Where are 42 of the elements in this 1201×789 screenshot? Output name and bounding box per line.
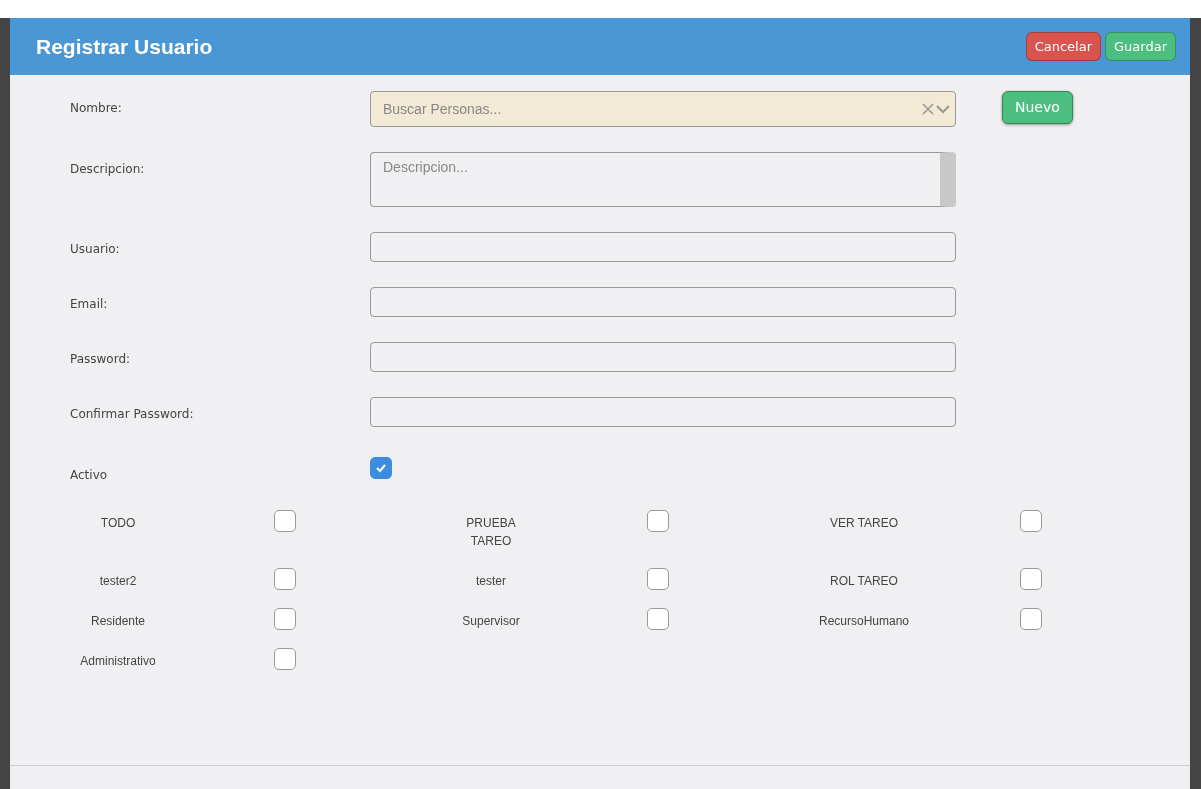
- checkbox[interactable]: [274, 608, 296, 630]
- checkbox[interactable]: [647, 510, 669, 532]
- role-label: PRUEBA TAREO: [465, 515, 517, 550]
- role-label: RecursoHumano: [818, 613, 909, 630]
- modal-title: Registrar Usuario: [36, 33, 213, 60]
- checkbox[interactable]: [274, 648, 296, 670]
- search-select[interactable]: Buscar Personas...: [370, 91, 956, 127]
- placeholder-text: Buscar Personas...: [383, 99, 502, 119]
- clear-icon[interactable]: [921, 102, 935, 116]
- save-button[interactable]: Guardar: [1105, 31, 1176, 62]
- input-field[interactable]: [370, 287, 956, 317]
- role-label: Residente: [90, 613, 145, 630]
- checkbox[interactable]: [647, 608, 669, 630]
- field-label: Usuario:: [70, 241, 121, 258]
- field-label: Descripcion:: [70, 161, 146, 178]
- check-icon: [375, 463, 387, 473]
- role-label: tester2: [99, 573, 137, 590]
- input-field[interactable]: [370, 342, 956, 372]
- field-label: Password:: [70, 351, 132, 368]
- cancel-button[interactable]: Cancelar: [1025, 31, 1102, 62]
- role-label: Administrativo: [80, 653, 156, 670]
- checkbox[interactable]: [274, 568, 296, 590]
- checkbox[interactable]: [647, 568, 669, 590]
- role-label: Supervisor: [462, 613, 520, 630]
- role-label: TODO: [100, 515, 136, 532]
- role-label: ROL TAREO: [830, 573, 898, 590]
- checkbox[interactable]: [1020, 510, 1042, 532]
- checkbox[interactable]: [1020, 568, 1042, 590]
- input-field[interactable]: [370, 397, 956, 427]
- checkbox[interactable]: [274, 510, 296, 532]
- checkbox[interactable]: [370, 457, 392, 479]
- field-label: Email:: [70, 296, 109, 313]
- role-label: VER TAREO: [829, 515, 899, 532]
- input-field[interactable]: [370, 232, 956, 262]
- description-field[interactable]: Descripcion...: [370, 152, 956, 207]
- dropdown-caret-icon[interactable]: [935, 102, 951, 116]
- checkbox[interactable]: [1020, 608, 1042, 630]
- role-label: tester: [476, 573, 506, 590]
- field-label: Activo: [70, 467, 109, 484]
- field-label: Nombre:: [70, 100, 123, 117]
- field-label: Confirmar Password:: [70, 406, 195, 423]
- new-button[interactable]: Nuevo: [1002, 91, 1073, 124]
